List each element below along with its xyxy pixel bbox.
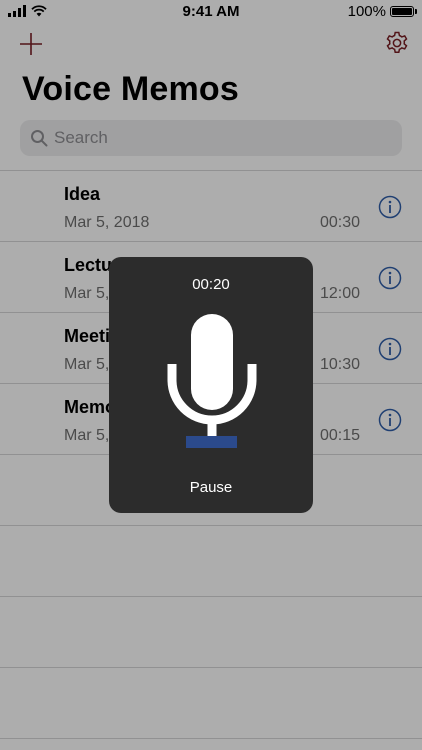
recording-hud: 00:20 Pause: [109, 257, 313, 513]
recording-elapsed-time: 00:20: [192, 276, 230, 293]
microphone-icon: [167, 314, 257, 448]
pause-button[interactable]: Pause: [109, 479, 313, 496]
